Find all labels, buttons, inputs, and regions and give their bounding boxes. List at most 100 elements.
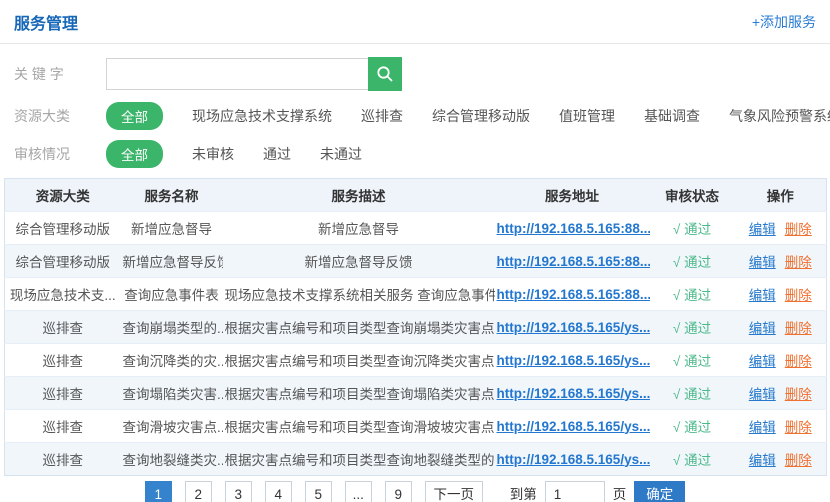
cell-category: 巡排查	[5, 410, 121, 443]
cell-status: √ 通过	[650, 311, 735, 344]
service-management-page: 服务管理 +添加服务 关 键 字 资源大类 全部现场应急技术支撑系统巡排查综合管…	[0, 0, 830, 502]
delete-link[interactable]: 删除	[785, 255, 812, 270]
cell-url: http://192.168.5.165/ys...	[495, 344, 650, 377]
page-button[interactable]: 4	[265, 481, 292, 502]
delete-link[interactable]: 删除	[785, 354, 812, 369]
delete-link[interactable]: 删除	[785, 222, 812, 237]
cell-url: http://192.168.5.165/ys...	[495, 410, 650, 443]
cell-description: 根据灾害点编号和项目类型查询沉降类灾害点的详...	[223, 344, 495, 377]
edit-link[interactable]: 编辑	[749, 222, 776, 237]
search-button[interactable]	[368, 57, 402, 91]
filter-option[interactable]: 巡排查	[361, 106, 403, 126]
category-filter-label: 资源大类	[14, 106, 106, 126]
cell-description: 现场应急技术支撑系统相关服务 查询应急事件表	[223, 278, 495, 311]
service-url-link[interactable]: http://192.168.5.165/ys...	[497, 419, 650, 434]
cell-actions: 编辑删除	[735, 311, 827, 344]
services-table: 资源大类 服务名称 服务描述 服务地址 审核状态 操作 综合管理移动版新增应急督…	[4, 178, 827, 476]
cell-service-name: 查询地裂缝类灾...	[121, 443, 223, 476]
page-button[interactable]: 9	[385, 481, 412, 502]
status-pass-badge: √ 通过	[673, 387, 711, 402]
filter-option[interactable]: 综合管理移动版	[432, 106, 530, 126]
page-button[interactable]: 3	[225, 481, 252, 502]
cell-service-name: 新增应急督导	[121, 212, 223, 245]
cell-status: √ 通过	[650, 278, 735, 311]
cell-actions: 编辑删除	[735, 278, 827, 311]
table-row: 综合管理移动版新增应急督导反馈新增应急督导反馈http://192.168.5.…	[5, 245, 827, 278]
goto-page-input[interactable]	[545, 481, 605, 502]
cell-status: √ 通过	[650, 443, 735, 476]
col-header-category: 资源大类	[5, 179, 121, 212]
edit-link[interactable]: 编辑	[749, 354, 776, 369]
category-filter-row: 资源大类 全部现场应急技术支撑系统巡排查综合管理移动版值班管理基础调查气象风险预…	[14, 103, 816, 129]
cell-description: 根据灾害点编号和项目类型查询滑坡坡灾害点的详...	[223, 410, 495, 443]
service-url-link[interactable]: http://192.168.5.165/ys...	[497, 452, 650, 467]
next-page-button[interactable]: 下一页	[425, 481, 483, 502]
cell-url: http://192.168.5.165:88...	[495, 212, 650, 245]
service-url-link[interactable]: http://192.168.5.165/ys...	[497, 320, 650, 335]
status-pass-badge: √ 通过	[673, 453, 711, 468]
filter-option[interactable]: 基础调查	[644, 106, 700, 126]
add-service-button[interactable]: +添加服务	[752, 12, 816, 32]
status-pass-badge: √ 通过	[673, 288, 711, 303]
filter-option-selected[interactable]: 全部	[106, 102, 163, 130]
keyword-label: 关 键 字	[14, 64, 106, 84]
audit-options: 全部 未审核 通过 未通过	[106, 140, 362, 168]
page-title: 服务管理	[14, 10, 78, 34]
audit-filter-row: 审核情况 全部 未审核 通过 未通过	[14, 141, 816, 167]
filter-option[interactable]: 通过	[263, 144, 291, 164]
delete-link[interactable]: 删除	[785, 387, 812, 402]
filter-option[interactable]: 值班管理	[559, 106, 615, 126]
cell-service-name: 查询应急事件表	[121, 278, 223, 311]
status-pass-badge: √ 通过	[673, 255, 711, 270]
page-button[interactable]: ...	[345, 481, 372, 502]
page-button[interactable]: 5	[305, 481, 332, 502]
filter-option[interactable]: 未审核	[192, 144, 234, 164]
cell-description: 根据灾害点编号和项目类型查询塌陷类灾害点的详...	[223, 377, 495, 410]
cell-service-name: 新增应急督导反馈	[121, 245, 223, 278]
edit-link[interactable]: 编辑	[749, 387, 776, 402]
delete-link[interactable]: 删除	[785, 453, 812, 468]
service-url-link[interactable]: http://192.168.5.165/ys...	[497, 353, 650, 368]
cell-service-name: 查询塌陷类灾害...	[121, 377, 223, 410]
pagination: 12345...9下一页到第页确定	[0, 481, 830, 502]
cell-service-name: 查询崩塌类型的...	[121, 311, 223, 344]
service-url-link[interactable]: http://192.168.5.165:88...	[497, 221, 650, 236]
delete-link[interactable]: 删除	[785, 420, 812, 435]
cell-description: 新增应急督导反馈	[223, 245, 495, 278]
delete-link[interactable]: 删除	[785, 288, 812, 303]
service-url-link[interactable]: http://192.168.5.165:88...	[497, 287, 650, 302]
cell-url: http://192.168.5.165:88...	[495, 278, 650, 311]
edit-link[interactable]: 编辑	[749, 321, 776, 336]
keyword-input[interactable]	[106, 58, 368, 90]
service-url-link[interactable]: http://192.168.5.165:88...	[497, 254, 650, 269]
goto-prefix-label: 到第	[510, 481, 537, 502]
confirm-button[interactable]: 确定	[634, 481, 685, 502]
audit-filter-label: 审核情况	[14, 144, 106, 164]
cell-actions: 编辑删除	[735, 245, 827, 278]
topbar: 服务管理 +添加服务	[0, 0, 830, 44]
edit-link[interactable]: 编辑	[749, 420, 776, 435]
cell-description: 新增应急督导	[223, 212, 495, 245]
cell-status: √ 通过	[650, 344, 735, 377]
cell-url: http://192.168.5.165/ys...	[495, 443, 650, 476]
keyword-filter-row: 关 键 字	[14, 57, 816, 91]
filter-option[interactable]: 现场应急技术支撑系统	[192, 106, 332, 126]
page-button-active[interactable]: 1	[145, 481, 172, 502]
cell-actions: 编辑删除	[735, 410, 827, 443]
table-row: 巡排查查询地裂缝类灾...根据灾害点编号和项目类型查询地裂缝类型的灾害...ht…	[5, 443, 827, 476]
filter-option[interactable]: 气象风险预警系统	[729, 106, 830, 126]
col-header-actions: 操作	[735, 179, 827, 212]
filter-option[interactable]: 未通过	[320, 144, 362, 164]
edit-link[interactable]: 编辑	[749, 288, 776, 303]
table-row: 巡排查查询沉降类的灾...根据灾害点编号和项目类型查询沉降类灾害点的详...ht…	[5, 344, 827, 377]
filter-option-selected[interactable]: 全部	[106, 140, 163, 168]
service-url-link[interactable]: http://192.168.5.165/ys...	[497, 386, 650, 401]
col-header-name: 服务名称	[121, 179, 223, 212]
col-header-description: 服务描述	[223, 179, 495, 212]
table-row: 巡排查查询塌陷类灾害...根据灾害点编号和项目类型查询塌陷类灾害点的详...ht…	[5, 377, 827, 410]
cell-category: 综合管理移动版	[5, 245, 121, 278]
delete-link[interactable]: 删除	[785, 321, 812, 336]
page-button[interactable]: 2	[185, 481, 212, 502]
edit-link[interactable]: 编辑	[749, 453, 776, 468]
edit-link[interactable]: 编辑	[749, 255, 776, 270]
